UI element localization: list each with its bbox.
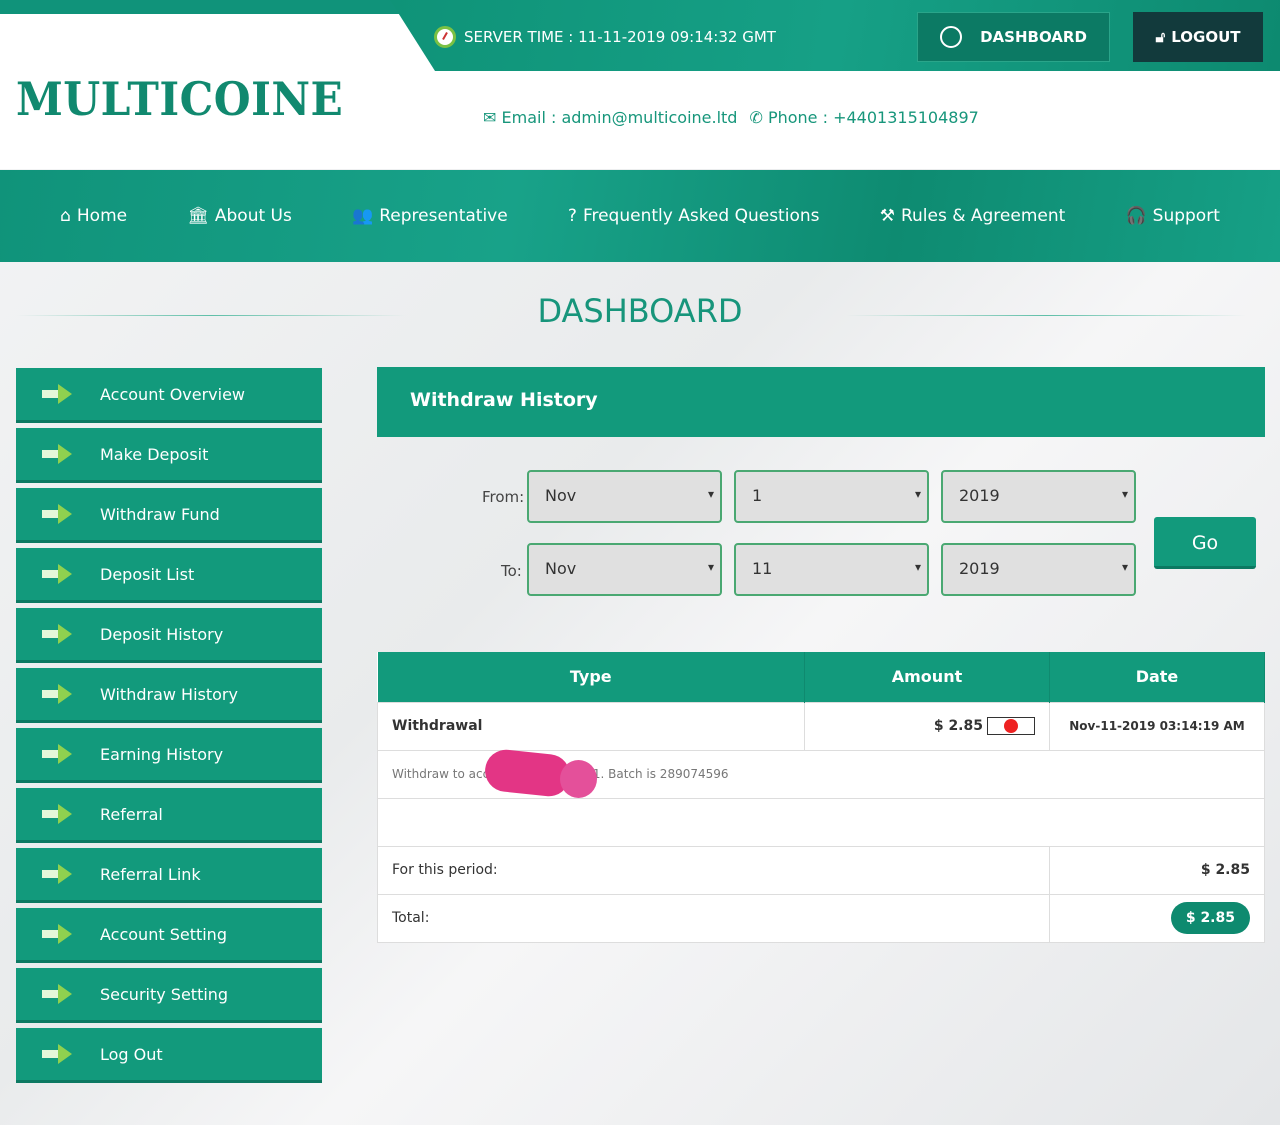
nav-item[interactable]: 👥 Representative — [352, 206, 508, 226]
question-icon: ? — [567, 206, 577, 226]
arrow-right-icon — [42, 684, 74, 704]
arrow-right-icon — [42, 804, 74, 824]
to-month-select[interactable]: Nov — [527, 543, 722, 596]
clock-icon — [434, 26, 456, 48]
go-button[interactable]: Go — [1154, 517, 1256, 569]
page-title: DASHBOARD — [537, 292, 743, 330]
redaction-mark — [560, 760, 597, 798]
from-month-select[interactable]: Nov — [527, 470, 722, 523]
header-type: Type — [377, 652, 805, 702]
sidebar-item[interactable]: Account Overview — [16, 368, 322, 423]
row-note-end: 41. Batch is 289074596 — [585, 767, 729, 781]
phone-icon: ✆ — [749, 108, 763, 127]
sidebar: Account Overview Make Deposit Withdraw Fun… — [16, 368, 322, 1088]
to-year-select[interactable]: 2019 — [941, 543, 1136, 596]
main-nav: ⌂ Home 🏛 About Us 👥 Representative ? Frequently… — [0, 170, 1280, 262]
row-note: Withdraw to acc — [392, 767, 490, 781]
user-icon — [940, 26, 963, 48]
from-day-select[interactable]: 1 — [734, 470, 929, 523]
sidebar-item[interactable]: Earning History — [16, 728, 322, 783]
header-date: Date — [1049, 652, 1265, 702]
arrow-right-icon — [42, 504, 74, 524]
sidebar-item[interactable]: Make Deposit — [16, 428, 322, 483]
arrow-right-icon — [42, 444, 74, 464]
sidebar-item[interactable]: Security Setting — [16, 968, 322, 1023]
arrow-right-icon — [42, 864, 74, 884]
total-badge: $ 2.85 — [1170, 902, 1250, 934]
row-date: Nov-11-2019 03:14:19 AM — [1049, 701, 1265, 751]
to-day-select[interactable]: 11 — [734, 543, 929, 596]
sidebar-item[interactable]: Deposit List — [16, 548, 322, 603]
row-type: Withdrawal — [377, 701, 805, 751]
withdraw-table: Type Amount Date Withdrawal $ 2.85 Nov-11-20… — [377, 652, 1265, 943]
nav-item[interactable]: 🏛 About Us — [187, 206, 292, 226]
sidebar-item[interactable]: Withdraw Fund — [16, 488, 322, 543]
sidebar-item[interactable]: Deposit History — [16, 608, 322, 663]
nav-item[interactable]: ? Frequently Asked Questions — [568, 206, 820, 226]
arrow-right-icon — [42, 384, 74, 404]
nav-item[interactable]: ⚒ Rules & Agreement — [880, 206, 1066, 226]
header-amount: Amount — [804, 652, 1050, 702]
period-label: For this period: — [377, 845, 1050, 895]
arrow-right-icon — [42, 624, 74, 644]
empty-row — [377, 797, 1265, 847]
dashboard-button[interactable]: DASHBOARD — [917, 12, 1110, 62]
to-label: To: — [501, 562, 522, 580]
sidebar-item[interactable]: Referral — [16, 788, 322, 843]
arrow-right-icon — [42, 924, 74, 944]
row-amount: $ 2.85 — [933, 718, 983, 734]
home-icon: ⌂ — [60, 206, 71, 226]
from-label: From: — [482, 488, 525, 506]
headphones-icon: 🎧 — [1125, 206, 1147, 226]
total-label: Total: — [377, 893, 1050, 943]
panel-title: Withdraw History — [377, 367, 1265, 437]
envelope-icon: ✉ — [483, 108, 497, 127]
server-time: SERVER TIME : 11-11-2019 09:14:32 GMT — [434, 26, 776, 48]
period-value: $ 2.85 — [1049, 845, 1265, 895]
logout-button[interactable]: 🔓︎ LOGOUT — [1133, 12, 1263, 62]
nav-item[interactable]: ⌂ Home — [60, 206, 127, 226]
nav-item[interactable]: 🎧 Support — [1125, 206, 1219, 226]
perfect-money-icon — [987, 717, 1035, 735]
logo[interactable]: MULTICOINE — [16, 72, 343, 126]
gavel-icon: ⚒ — [879, 206, 895, 226]
lock-icon: 🔓︎ — [1155, 28, 1166, 46]
arrow-right-icon — [42, 744, 74, 764]
contact-info: ✉ Email : admin@multicoine.ltd ✆ Phone : … — [483, 108, 979, 127]
divider — [846, 315, 1246, 316]
arrow-right-icon — [42, 984, 74, 1004]
arrow-right-icon — [42, 564, 74, 584]
sidebar-item[interactable]: Account Setting — [16, 908, 322, 963]
from-year-select[interactable]: 2019 — [941, 470, 1136, 523]
sidebar-item[interactable]: Log Out — [16, 1028, 322, 1083]
bank-icon: 🏛 — [187, 206, 209, 226]
table-row: Withdrawal $ 2.85 Nov-11-2019 03:14:19 AM — [377, 701, 1265, 751]
sidebar-item[interactable]: Referral Link — [16, 848, 322, 903]
users-icon: 👥 — [352, 206, 374, 226]
sidebar-item[interactable]: Withdraw History — [16, 668, 322, 723]
arrow-right-icon — [42, 1044, 74, 1064]
